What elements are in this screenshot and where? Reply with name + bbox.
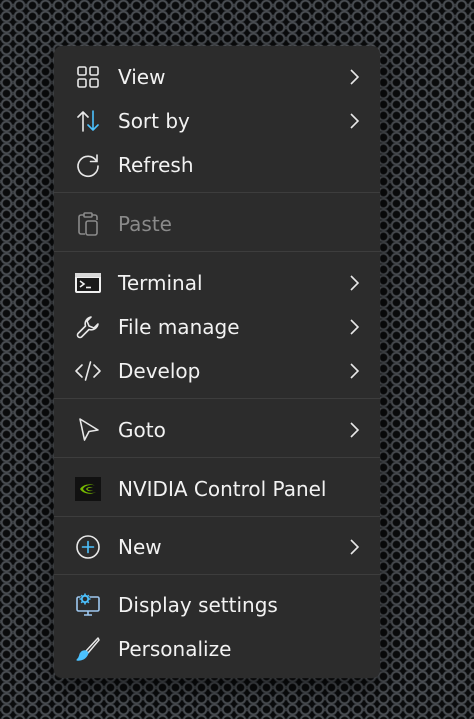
menu-item-label: Display settings (118, 593, 278, 617)
sort-icon (74, 107, 102, 135)
cursor-icon (74, 416, 102, 444)
menu-separator (54, 574, 380, 575)
menu-item-label: Terminal (118, 271, 203, 295)
chevron-right-icon (344, 317, 364, 337)
menu-separator (54, 251, 380, 252)
context-menu: View Sort by Refresh Paste Terminal File… (54, 46, 380, 678)
brush-icon (74, 635, 102, 663)
menu-item-label: Goto (118, 418, 166, 442)
menu-item-goto[interactable]: Goto (60, 410, 374, 450)
menu-item-label: File manage (118, 315, 240, 339)
code-icon (74, 357, 102, 385)
menu-item-label: View (118, 65, 166, 89)
menu-item-terminal[interactable]: Terminal (60, 263, 374, 303)
chevron-right-icon (344, 537, 364, 557)
menu-item-file-manage[interactable]: File manage (60, 307, 374, 347)
menu-separator (54, 192, 380, 193)
menu-item-view[interactable]: View (60, 57, 374, 97)
nvidia-icon (74, 475, 102, 503)
wrench-icon (74, 313, 102, 341)
terminal-icon (74, 269, 102, 297)
chevron-right-icon (344, 67, 364, 87)
menu-item-label: New (118, 535, 162, 559)
refresh-icon (74, 151, 102, 179)
menu-separator (54, 457, 380, 458)
menu-item-label: NVIDIA Control Panel (118, 477, 327, 501)
chevron-right-icon (344, 273, 364, 293)
menu-item-sort-by[interactable]: Sort by (60, 101, 374, 141)
chevron-right-icon (344, 420, 364, 440)
menu-item-label: Sort by (118, 109, 190, 133)
paste-icon (74, 210, 102, 238)
menu-item-label: Personalize (118, 637, 232, 661)
menu-item-develop[interactable]: Develop (60, 351, 374, 391)
menu-separator (54, 516, 380, 517)
menu-item-label: Paste (118, 212, 172, 236)
menu-item-refresh[interactable]: Refresh (60, 145, 374, 185)
grid-icon (74, 63, 102, 91)
menu-separator (54, 398, 380, 399)
chevron-right-icon (344, 111, 364, 131)
menu-item-display-settings[interactable]: Display settings (60, 585, 374, 625)
menu-item-label: Develop (118, 359, 201, 383)
menu-item-paste[interactable]: Paste (60, 204, 374, 244)
chevron-right-icon (344, 361, 364, 381)
display-settings-icon (74, 591, 102, 619)
plus-circle-icon (74, 533, 102, 561)
menu-item-personalize[interactable]: Personalize (60, 629, 374, 669)
menu-item-new[interactable]: New (60, 527, 374, 567)
menu-item-nvidia-control-panel[interactable]: NVIDIA Control Panel (60, 469, 374, 509)
menu-item-label: Refresh (118, 153, 194, 177)
